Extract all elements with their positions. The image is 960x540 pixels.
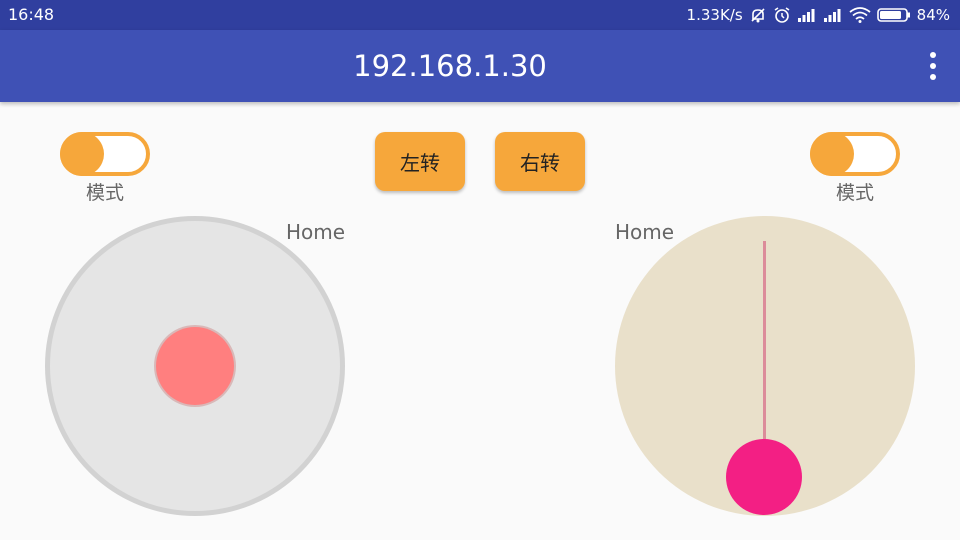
left-mode-switch[interactable]	[60, 132, 150, 176]
signal-icon	[823, 7, 843, 23]
net-speed: 1.33K/s	[686, 6, 743, 24]
status-time: 16:48	[8, 5, 55, 24]
right-mode-label: 模式	[835, 182, 874, 204]
app-title: 192.168.1.30	[353, 49, 547, 83]
status-bar: 16:48 1.33K/s 84%	[0, 0, 960, 30]
joystick-vector-line	[763, 241, 766, 471]
alarm-icon	[773, 6, 791, 24]
left-home-button[interactable]: Home	[286, 219, 345, 245]
switch-thumb	[810, 132, 854, 176]
mute-icon	[749, 6, 767, 24]
more-vert-icon[interactable]	[926, 52, 940, 80]
right-joystick-pad[interactable]	[615, 216, 915, 516]
right-mode-switch[interactable]	[810, 132, 900, 176]
right-joystick-knob[interactable]	[726, 439, 802, 515]
wifi-icon	[849, 7, 871, 23]
app-bar: 192.168.1.30	[0, 30, 960, 102]
left-joystick-pad[interactable]	[45, 216, 345, 516]
left-mode-label: 模式	[85, 182, 124, 204]
turn-left-button[interactable]: 左转	[375, 132, 465, 191]
left-joystick-knob[interactable]	[156, 327, 234, 405]
right-home-button[interactable]: Home	[615, 219, 674, 245]
status-icons: 1.33K/s 84%	[687, 5, 950, 25]
switch-thumb	[60, 132, 104, 176]
battery-icon	[876, 7, 911, 23]
battery-percent: 84%	[916, 6, 950, 24]
signal-icon	[797, 7, 817, 23]
turn-right-button[interactable]: 右转	[495, 132, 585, 191]
